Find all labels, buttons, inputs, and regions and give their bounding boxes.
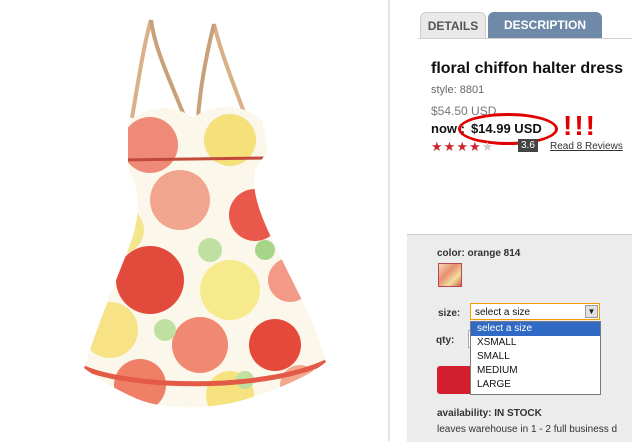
- chevron-down-icon[interactable]: ▼: [585, 305, 598, 318]
- availability-status: availability: IN STOCK: [437, 408, 542, 419]
- read-reviews-link[interactable]: Read 8 Reviews: [550, 141, 623, 152]
- exclamation-annotation: !!!: [563, 110, 597, 141]
- color-swatch[interactable]: [438, 263, 462, 287]
- size-label: size:: [438, 308, 461, 319]
- half-star-icon: ★: [468, 139, 482, 154]
- product-style: style: 8801: [431, 84, 485, 96]
- rating-value: 3.6: [518, 139, 538, 152]
- star-icon: ★: [443, 139, 457, 154]
- size-dropdown-list[interactable]: select a size XSMALL SMALL MEDIUM LARGE: [470, 321, 601, 395]
- tab-details[interactable]: DETAILS: [420, 12, 486, 39]
- tab-underline: [418, 38, 632, 39]
- color-label: color: orange 814: [437, 248, 521, 259]
- qty-label: qty:: [436, 335, 455, 346]
- product-title: floral chiffon halter dress: [431, 60, 624, 77]
- star-icon: ★: [456, 139, 469, 154]
- size-option[interactable]: select a size: [471, 322, 600, 336]
- size-option[interactable]: XSMALL: [471, 336, 600, 350]
- empty-star-icon: ★: [481, 139, 495, 154]
- star-icon: ★: [431, 139, 444, 154]
- shipping-note: leaves warehouse in 1 - 2 full business …: [437, 424, 618, 435]
- size-option[interactable]: MEDIUM: [471, 364, 600, 378]
- product-image[interactable]: [0, 0, 388, 441]
- size-select[interactable]: select a size ▼: [470, 303, 600, 320]
- size-option[interactable]: SMALL: [471, 350, 600, 364]
- rating-stars: ★★★★★: [431, 140, 494, 153]
- size-option[interactable]: LARGE: [471, 378, 600, 392]
- tab-description[interactable]: DESCRIPTION: [488, 12, 602, 38]
- column-divider: [388, 0, 390, 441]
- size-select-value: select a size: [475, 307, 531, 318]
